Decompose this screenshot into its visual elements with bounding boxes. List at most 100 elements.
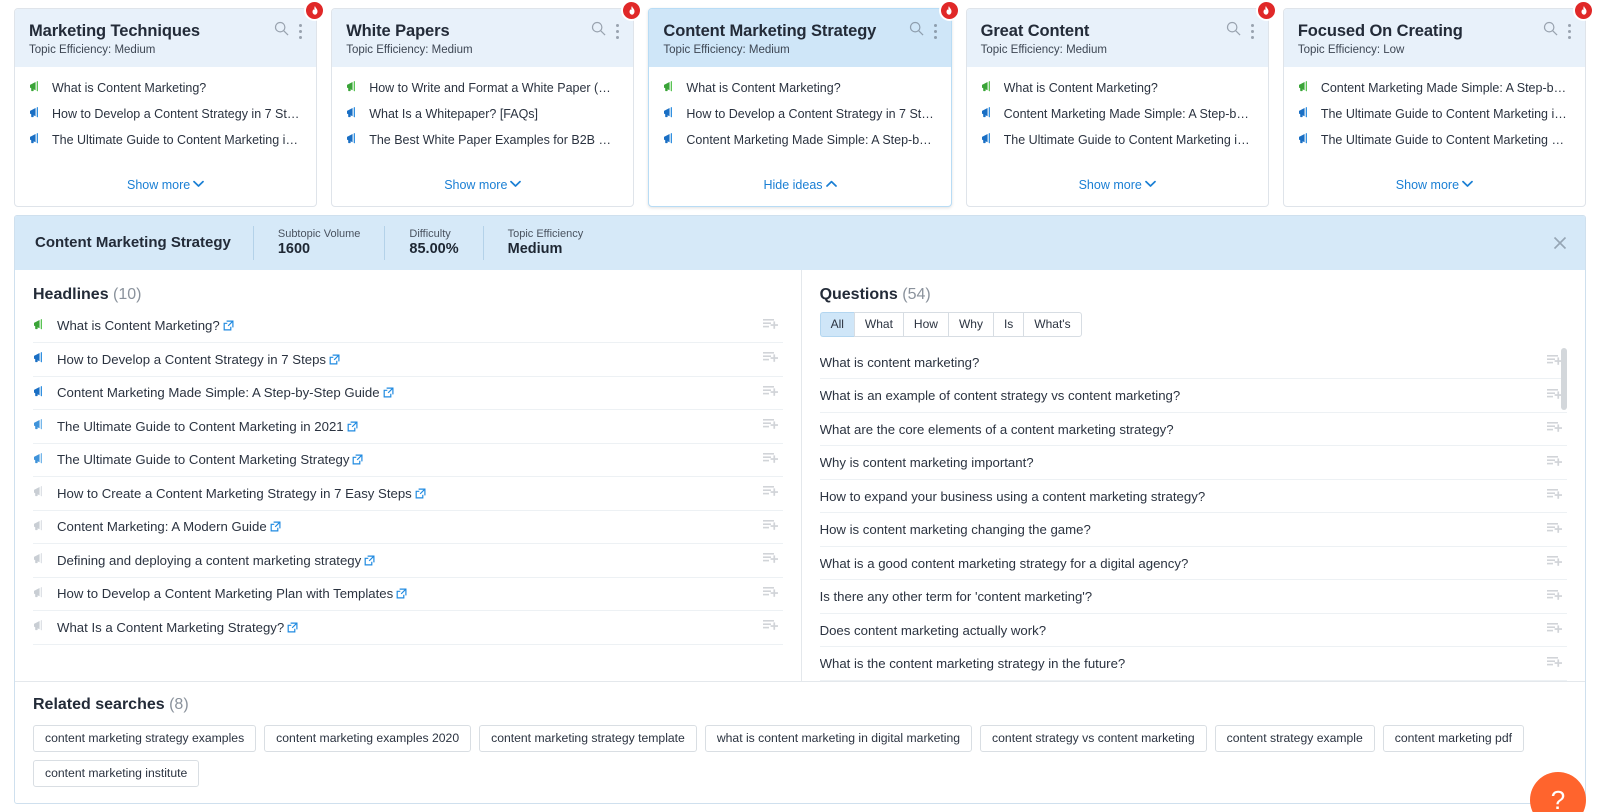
question-row[interactable]: How is content marketing changing the ga… — [819, 513, 1567, 547]
add-to-list-icon[interactable] — [762, 452, 779, 468]
related-search-chip[interactable]: content marketing strategy examples — [33, 725, 257, 752]
headline-row[interactable]: How to Develop a Content Strategy in 7 S… — [33, 343, 783, 377]
external-link-icon[interactable] — [393, 586, 407, 601]
topic-idea-row[interactable]: How to Develop a Content Strategy in 7 S… — [663, 106, 937, 122]
headline-row[interactable]: Defining and deploying a content marketi… — [33, 544, 783, 578]
add-to-list-icon[interactable] — [762, 485, 779, 501]
add-to-list-icon[interactable] — [762, 586, 779, 602]
kebab-menu-icon[interactable] — [933, 23, 937, 39]
questions-scrollbar-thumb[interactable] — [1560, 347, 1567, 410]
close-icon[interactable] — [1551, 234, 1569, 252]
related-search-chip[interactable]: content strategy vs content marketing — [980, 725, 1207, 752]
topic-idea-row[interactable]: The Ultimate Guide to Content Marketing … — [981, 132, 1254, 148]
toggle-ideas-link[interactable]: Show more — [444, 178, 522, 192]
external-link-icon[interactable] — [220, 318, 234, 333]
kebab-menu-icon[interactable] — [1250, 23, 1254, 39]
question-row[interactable]: What is a good content marketing strateg… — [819, 547, 1567, 581]
question-row[interactable]: What is content marketing? — [819, 346, 1567, 380]
headline-row[interactable]: What Is a Content Marketing Strategy? — [33, 611, 783, 645]
add-to-list-icon[interactable] — [762, 351, 779, 367]
topic-idea-row[interactable]: Content Marketing Made Simple: A Step-by… — [981, 106, 1254, 122]
add-to-list-icon[interactable] — [762, 552, 779, 568]
question-row[interactable]: Is there any other term for 'content mar… — [819, 580, 1567, 614]
add-to-list-icon[interactable] — [762, 619, 779, 635]
external-link-icon[interactable] — [349, 452, 363, 467]
headline-row[interactable]: The Ultimate Guide to Content Marketing … — [33, 444, 783, 478]
toggle-ideas-link[interactable]: Show more — [127, 178, 205, 192]
toggle-ideas-link[interactable]: Show more — [1396, 178, 1473, 192]
topic-card-title: White Papers — [346, 21, 450, 40]
topic-idea-row[interactable]: Content Marketing Made Simple: A Step-by… — [1298, 80, 1571, 96]
headline-row[interactable]: How to Create a Content Marketing Strate… — [33, 477, 783, 511]
topic-card[interactable]: Great Content Topic Efficiency: Medium Wha… — [965, 0, 1277, 207]
external-link-icon[interactable] — [284, 620, 298, 635]
add-to-list-icon[interactable] — [762, 519, 779, 535]
add-to-list-icon[interactable] — [1546, 589, 1563, 605]
add-to-list-icon[interactable] — [1546, 622, 1563, 638]
related-search-chip[interactable]: what is content marketing in digital mar… — [704, 725, 973, 752]
external-link-icon[interactable] — [267, 519, 281, 534]
external-link-icon[interactable] — [344, 419, 358, 434]
topic-idea-row[interactable]: Content Marketing Made Simple: A Step-by… — [663, 132, 937, 148]
topic-idea-row[interactable]: What is Content Marketing? — [29, 80, 302, 96]
add-to-list-icon[interactable] — [1546, 488, 1563, 504]
headline-row[interactable]: Content Marketing: A Modern Guide — [33, 511, 783, 545]
external-link-icon[interactable] — [361, 553, 375, 568]
topic-card[interactable]: Marketing Techniques Topic Efficiency: Me… — [14, 0, 326, 207]
add-to-list-icon[interactable] — [1546, 455, 1563, 471]
question-row[interactable]: What is the content marketing strategy i… — [819, 647, 1567, 681]
question-row[interactable]: What is an example of content strategy v… — [819, 379, 1567, 413]
related-search-chip[interactable]: content marketing examples 2020 — [264, 725, 472, 752]
topic-card[interactable]: Focused On Creating Topic Efficiency: Low… — [1282, 0, 1595, 207]
add-to-list-icon[interactable] — [762, 418, 779, 434]
topic-idea-row[interactable]: What is Content Marketing? — [663, 80, 936, 96]
add-to-list-icon[interactable] — [1546, 522, 1563, 538]
question-filter-tab[interactable]: All — [819, 311, 854, 337]
headline-row[interactable]: Content Marketing Made Simple: A Step-by… — [33, 377, 783, 411]
topic-idea-row[interactable]: The Ultimate Guide to Content Marketing … — [29, 132, 302, 148]
question-filter-tab[interactable]: What — [853, 311, 903, 337]
add-to-list-icon[interactable] — [762, 318, 779, 334]
headline-row[interactable]: What is Content Marketing? — [33, 310, 783, 344]
question-filter-tab[interactable]: What's — [1023, 311, 1082, 337]
topic-idea-row[interactable]: How to Develop a Content Strategy in 7 S… — [29, 106, 302, 122]
question-filter-tab[interactable]: How — [902, 311, 948, 337]
question-filter-tab[interactable]: Is — [992, 311, 1024, 337]
related-search-chip[interactable]: content marketing institute — [33, 760, 200, 787]
search-icon[interactable] — [591, 21, 606, 41]
add-to-list-icon[interactable] — [1546, 555, 1563, 571]
topic-idea-row[interactable]: What is Content Marketing? — [981, 80, 1254, 96]
toggle-ideas-link[interactable]: Hide ideas — [763, 178, 837, 192]
headline-row[interactable]: The Ultimate Guide to Content Marketing … — [33, 410, 783, 444]
related-search-chip[interactable]: content marketing pdf — [1382, 725, 1524, 752]
topic-idea-row[interactable]: The Best White Paper Examples for B2B Ma… — [346, 132, 619, 148]
search-icon[interactable] — [1226, 21, 1241, 41]
question-row[interactable]: How to expand your business using a cont… — [819, 480, 1567, 514]
question-row[interactable]: Why is content marketing important? — [819, 446, 1567, 480]
kebab-menu-icon[interactable] — [616, 23, 620, 39]
kebab-menu-icon[interactable] — [1568, 23, 1572, 39]
topic-card[interactable]: Content Marketing Strategy Topic Efficien… — [648, 0, 960, 207]
external-link-icon[interactable] — [380, 385, 394, 400]
headline-row[interactable]: How to Develop a Content Marketing Plan … — [33, 578, 783, 612]
add-to-list-icon[interactable] — [1546, 421, 1563, 437]
topic-idea-row[interactable]: How to Write and Format a White Paper (W… — [346, 80, 619, 96]
kebab-menu-icon[interactable] — [299, 23, 303, 39]
external-link-icon[interactable] — [326, 352, 340, 367]
add-to-list-icon[interactable] — [1546, 656, 1563, 672]
topic-idea-row[interactable]: The Ultimate Guide to Content Marketing … — [1298, 132, 1571, 148]
topic-idea-row[interactable]: The Ultimate Guide to Content Marketing … — [1298, 106, 1571, 122]
topic-idea-row[interactable]: What Is a Whitepaper? [FAQs] — [346, 106, 619, 122]
topic-card[interactable]: White Papers Topic Efficiency: Medium How … — [331, 0, 643, 207]
question-filter-tab[interactable]: Why — [947, 311, 993, 337]
toggle-ideas-link[interactable]: Show more — [1079, 178, 1156, 192]
search-icon[interactable] — [1543, 21, 1558, 41]
question-row[interactable]: What are the core elements of a content … — [819, 413, 1567, 447]
external-link-icon[interactable] — [412, 486, 426, 501]
search-icon[interactable] — [274, 21, 289, 41]
question-row[interactable]: Does content marketing actually work? — [819, 614, 1567, 648]
related-search-chip[interactable]: content marketing strategy template — [479, 725, 697, 752]
add-to-list-icon[interactable] — [762, 385, 779, 401]
search-icon[interactable] — [909, 21, 924, 41]
related-search-chip[interactable]: content strategy example — [1214, 725, 1375, 752]
